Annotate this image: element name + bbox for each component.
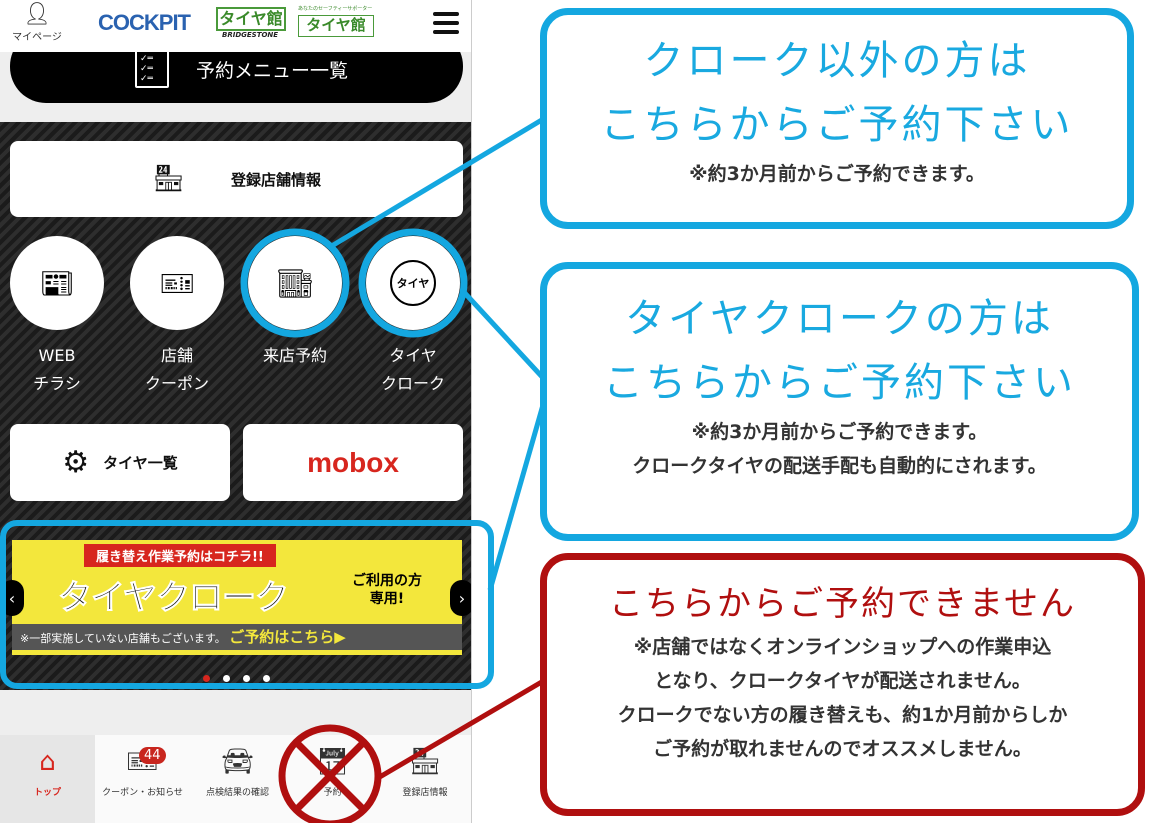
- notification-badge: 44: [139, 747, 166, 764]
- store-coupon-button[interactable]: 🎫︎: [130, 236, 224, 330]
- cockpit-logo: COCKPIT: [98, 10, 191, 35]
- registered-store-label: 登録店舗情報: [231, 170, 322, 189]
- mypage-label: マイページ: [12, 32, 62, 43]
- callout-note: ※約3か月前からご予約できます。: [691, 421, 988, 443]
- app-header: 👤︎ マイページ COCKPIT タイヤ館 BRIDGESTONE あなたのセー…: [0, 0, 471, 52]
- tire-cloak-icon: タイヤ: [390, 260, 436, 306]
- callout-note: ご予約が取れませんのでオススメしません。: [653, 738, 1032, 760]
- callout-cloak: タイヤクロークの方は こちらからご予約下さい ※約3か月前からご予約できます。 …: [540, 262, 1139, 541]
- carousel-dot[interactable]: [203, 675, 210, 682]
- coupon-icon: 🎫︎: [159, 266, 195, 300]
- hamburger-menu-icon[interactable]: [433, 12, 459, 39]
- nav-inspection[interactable]: 🚘︎ 点検結果の確認: [190, 735, 285, 823]
- callout-note: となり、クロークタイヤが配送されません。: [654, 670, 1031, 692]
- tire-cloak-label: タイヤ クローク: [380, 346, 445, 393]
- registered-store-button[interactable]: 🏪︎ 登録店舗情報: [10, 141, 463, 217]
- bottom-nav: ⌂トップ 🎫︎クーポン・お知らせ 44 🚘︎点検結果の確認 📅︎予約 🏪︎登録店…: [0, 735, 471, 823]
- callout-not-allowed: こちらからご予約できません ※店舗ではなくオンラインショップへの作業申込 となり…: [540, 553, 1145, 816]
- mobox-logo: mobox: [307, 446, 399, 478]
- phone-screen: ✓═ ✓═ ✓═ 予約メニュー一覧 👤︎ マイページ COCKPIT タイヤ館 BR…: [0, 0, 472, 823]
- callout-heading: こちらからご予約下さい: [600, 102, 1074, 148]
- home-icon: ⌂: [39, 747, 56, 777]
- tire-cloak-button[interactable]: タイヤ: [366, 236, 460, 330]
- callout-note: クロークでない方の履き替えも、約1か月前からしか: [617, 704, 1068, 726]
- nav-reservation[interactable]: 📅︎ 予約: [285, 735, 380, 823]
- carousel-dot[interactable]: [243, 675, 250, 682]
- callout-note: クロークタイヤの配送手配も自動的にされます。: [632, 455, 1047, 477]
- callout-non-cloak: クローク以外の方は こちらからご予約下さい ※約3か月前からご予約できます。: [540, 8, 1134, 229]
- visit-reservation-label: 来店予約: [262, 346, 327, 365]
- calendar-icon: 📅︎: [315, 747, 349, 777]
- nav-store-info[interactable]: 🏪︎ 登録店情報: [378, 735, 471, 823]
- logo-tagline: あなたのセーフティーサポーター: [298, 6, 373, 12]
- nav-coupons[interactable]: 🎫︎クーポン・お知らせ 44: [95, 735, 190, 823]
- reservation-menu-label: 予約メニュー一覧: [196, 60, 349, 82]
- store-icon: 🏬︎: [277, 266, 313, 300]
- taiyakan-logo-2: あなたのセーフティーサポーター タイヤ館: [298, 6, 374, 37]
- callout-heading: クローク以外の方は: [643, 38, 1031, 84]
- visit-reservation-button[interactable]: 🏬︎: [248, 236, 342, 330]
- taiyakan-logo: タイヤ館: [216, 7, 286, 31]
- callout-line: [460, 288, 547, 382]
- callout-line: [487, 397, 548, 591]
- checklist-icon: ✓═ ✓═ ✓═: [135, 50, 169, 88]
- carousel-next-button[interactable]: ›: [450, 580, 471, 616]
- callout-heading: タイヤクロークの方は: [625, 296, 1054, 342]
- tire-icon: ⚙︎: [62, 445, 90, 480]
- callout-heading: こちらからご予約下さい: [603, 360, 1076, 406]
- banner-footer: ※一部実施していない店舗もございます。 ご予約はこちら▶: [12, 624, 462, 650]
- store-coupon-label: 店舗 クーポン: [144, 346, 209, 393]
- mobox-button[interactable]: mobox: [243, 424, 463, 501]
- carousel-dot[interactable]: [223, 675, 230, 682]
- mypage-button[interactable]: 👤︎ マイページ: [8, 2, 66, 43]
- store-icon: 🏪︎: [408, 747, 442, 777]
- web-flyer-label: WEB チラシ: [33, 346, 81, 393]
- callout-note: ※約3か月前からご予約できます。: [689, 163, 985, 185]
- callout-note: ※店舗ではなくオンラインショップへの作業申込: [633, 636, 1052, 658]
- car-inspection-icon: 🚘︎: [220, 747, 254, 777]
- web-flyer-button[interactable]: 📰︎: [10, 236, 104, 330]
- callout-heading: こちらからご予約できません: [609, 584, 1076, 624]
- tire-list-button[interactable]: ⚙︎ タイヤ一覧: [10, 424, 230, 501]
- banner-side: ご利用の方 専用!: [352, 573, 422, 607]
- store-icon: 🏪︎: [151, 164, 185, 194]
- carousel-dot[interactable]: [263, 675, 270, 682]
- user-icon: 👤︎: [23, 2, 51, 27]
- carousel-prev-button[interactable]: ‹: [0, 580, 24, 616]
- flyer-icon: 📰︎: [39, 266, 75, 300]
- tire-cloak-banner[interactable]: 履き替え作業予約はコチラ!! タイヤクローク ご利用の方 専用! ※一部実施してい…: [12, 540, 462, 655]
- banner-ribbon: 履き替え作業予約はコチラ!!: [84, 544, 276, 567]
- nav-top[interactable]: ⌂ トップ: [0, 735, 95, 823]
- logo-text: タイヤ館: [298, 15, 374, 37]
- banner-title: タイヤクローク: [58, 578, 290, 619]
- bridgestone-logo: BRIDGESTONE: [222, 31, 279, 39]
- tire-list-label: タイヤ一覧: [103, 454, 178, 472]
